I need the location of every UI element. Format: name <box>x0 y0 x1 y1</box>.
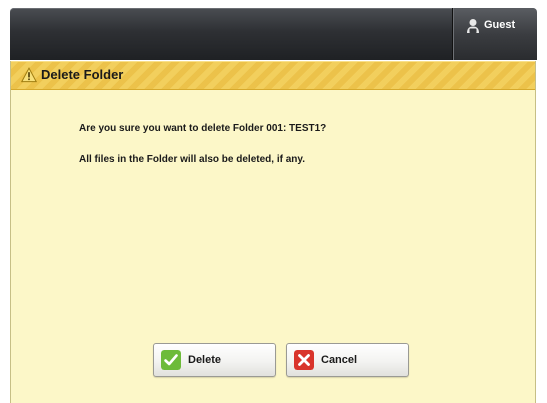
confirmation-message: Are you sure you want to delete Folder 0… <box>79 123 327 134</box>
status-area <box>10 8 453 60</box>
dialog-title-bar: Delete Folder <box>11 61 535 90</box>
warning-icon <box>21 67 37 83</box>
top-bar: Guest <box>10 8 537 60</box>
cancel-button-label: Cancel <box>321 354 358 366</box>
delete-button-label: Delete <box>188 354 222 366</box>
user-login-button[interactable]: Guest <box>453 8 537 60</box>
cancel-button[interactable]: Cancel <box>286 343 409 377</box>
dialog-title: Delete Folder <box>41 67 124 82</box>
delete-button[interactable]: Delete <box>153 343 276 377</box>
x-icon <box>294 350 314 370</box>
check-icon <box>161 350 181 370</box>
user-label: Guest <box>484 19 516 31</box>
warning-message: All files in the Folder will also be del… <box>79 154 305 165</box>
user-lock-icon <box>467 19 479 33</box>
delete-folder-dialog: Delete Folder Are you sure you want to d… <box>10 61 536 403</box>
